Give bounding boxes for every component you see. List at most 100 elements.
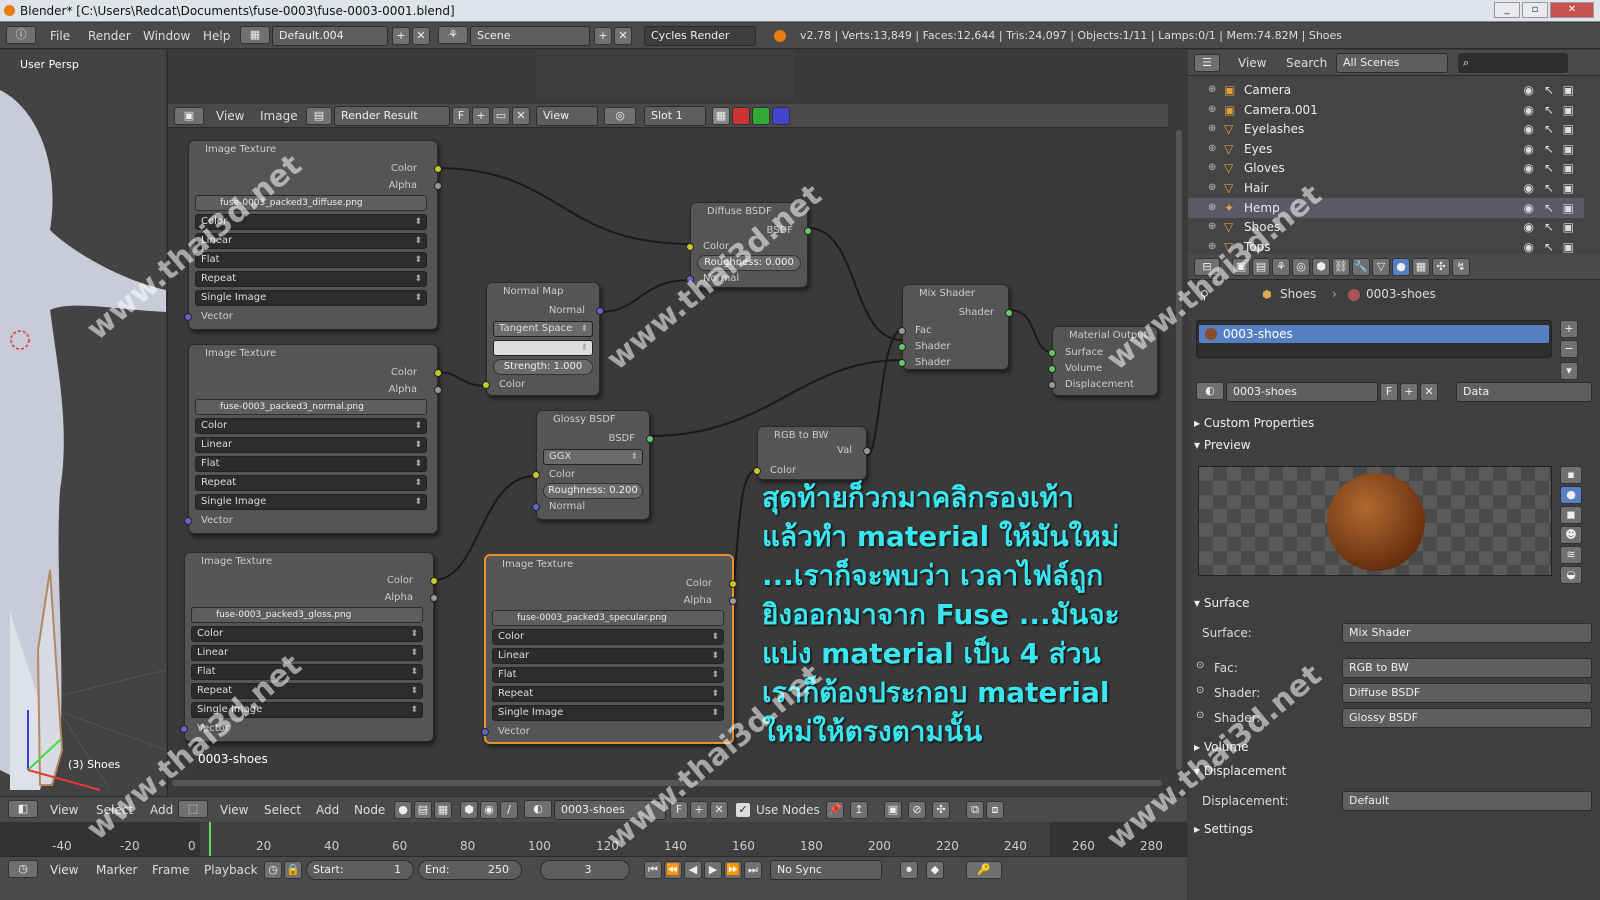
expand-icon[interactable]: ⊕ bbox=[1208, 139, 1216, 159]
image-file-field[interactable]: fuse-0003_packed3_normal.png bbox=[195, 399, 427, 415]
interpolation-select[interactable]: Linear bbox=[195, 437, 427, 453]
blue-channel-icon[interactable] bbox=[772, 107, 790, 125]
texture-tab-icon[interactable]: ▦ bbox=[1412, 258, 1430, 276]
vector-input-socket[interactable] bbox=[184, 517, 192, 525]
preview-hair-icon[interactable]: ≋ bbox=[1560, 546, 1582, 564]
timeline-menu-frame[interactable]: Frame bbox=[152, 857, 189, 883]
shader1-link-icon[interactable]: ⊙ bbox=[1196, 685, 1204, 696]
world-tab-icon[interactable]: ◎ bbox=[1292, 258, 1310, 276]
render-result-field[interactable]: Render Result bbox=[334, 106, 450, 126]
color-output-socket[interactable] bbox=[434, 165, 442, 173]
snap-element-icon[interactable]: ✣ bbox=[932, 801, 950, 819]
preview-cube-icon[interactable]: ◼ bbox=[1560, 506, 1582, 524]
outliner-menu-view[interactable]: View bbox=[1238, 50, 1266, 76]
preview-range-icon[interactable]: ◷ bbox=[264, 861, 282, 879]
material-f-button[interactable]: F bbox=[1380, 383, 1398, 401]
compositing-nodes-icon[interactable]: ▤ bbox=[414, 801, 432, 819]
play-reverse-icon[interactable]: ◀ bbox=[684, 861, 702, 879]
end-frame-field[interactable]: End: 250 bbox=[418, 860, 522, 880]
visibility-icon[interactable]: ◉ bbox=[1524, 198, 1534, 218]
unlink-material-button[interactable]: ✕ bbox=[710, 801, 728, 819]
current-frame-field[interactable]: 3 bbox=[540, 860, 630, 880]
copy-node-icon[interactable]: ⧉ bbox=[966, 801, 984, 819]
select-restrict-icon[interactable]: ↖ bbox=[1544, 217, 1554, 237]
shader1-input-socket[interactable] bbox=[898, 343, 906, 351]
outliner-item[interactable]: ⊕ ▽ Eyes ◉ ↖ ▣ bbox=[1188, 139, 1584, 159]
material-browse-button[interactable]: ◐ bbox=[1196, 382, 1224, 400]
extension-select[interactable]: Repeat bbox=[191, 683, 423, 699]
visibility-icon[interactable]: ◉ bbox=[1524, 119, 1534, 139]
expand-icon[interactable]: ⊕ bbox=[1208, 100, 1216, 120]
surface-panel[interactable]: ▾ Surface bbox=[1194, 592, 1584, 614]
expand-icon[interactable]: ⊕ bbox=[1208, 158, 1216, 178]
data-tab-icon[interactable]: ▽ bbox=[1372, 258, 1390, 276]
paste-node-icon[interactable]: ⧈ bbox=[986, 801, 1004, 819]
extension-select[interactable]: Repeat bbox=[195, 475, 427, 491]
volume-panel[interactable]: ▸ Volume bbox=[1194, 736, 1584, 758]
timeline-area[interactable]: -40 -20 0 20 40 60 80 100 120 140 160 180 200 220 240 2… bbox=[0, 822, 1187, 856]
expand-icon[interactable]: ⊕ bbox=[1208, 217, 1216, 237]
interpolation-select[interactable]: Linear bbox=[492, 648, 724, 664]
image-texture-node-specular[interactable]: Image Texture Color Alpha fuse-0003_pack… bbox=[481, 554, 737, 744]
extension-select[interactable]: Repeat bbox=[195, 271, 427, 287]
slot-select[interactable]: Slot 1 bbox=[644, 106, 706, 126]
next-keyframe-icon[interactable]: ⏩ bbox=[724, 861, 742, 879]
material-tab-icon[interactable]: ● bbox=[1392, 258, 1410, 276]
color-space-select[interactable]: Color bbox=[191, 626, 423, 642]
material-fake-user-button[interactable]: F bbox=[670, 801, 688, 819]
screen-layout-field[interactable]: Default.004 bbox=[272, 26, 388, 46]
normal-input-socket[interactable] bbox=[686, 275, 694, 283]
slot-specials-button[interactable]: ▾ bbox=[1560, 362, 1578, 380]
shader1-select[interactable]: Diffuse BSDF bbox=[1342, 683, 1592, 703]
use-nodes-checkbox[interactable]: ✓ bbox=[736, 803, 750, 817]
render-restrict-icon[interactable]: ▣ bbox=[1563, 217, 1574, 237]
outliner-item[interactable]: ⊕ ▽ Shoes ◉ ↖ ▣ bbox=[1188, 217, 1584, 237]
shader-output-socket[interactable] bbox=[1005, 309, 1013, 317]
node-editor-type-icon[interactable]: ⬚ bbox=[178, 800, 208, 818]
snap-icon[interactable]: ⊘ bbox=[908, 801, 926, 819]
unlink-image-button[interactable]: ✕ bbox=[512, 107, 530, 125]
source-select[interactable]: Single Image bbox=[492, 705, 724, 721]
render-restrict-icon[interactable]: ▣ bbox=[1563, 139, 1574, 159]
scene-tab-icon[interactable]: ⚘ bbox=[1272, 258, 1290, 276]
pin-icon[interactable]: ⚲ bbox=[1200, 288, 1209, 302]
view-mode-select[interactable]: View bbox=[536, 106, 598, 126]
outliner-item[interactable]: ⊕ ▽ Hair ◉ ↖ ▣ bbox=[1188, 178, 1584, 198]
diffuse-bsdf-node[interactable]: Diffuse BSDF BSDF Color Roughness: 0.000… bbox=[686, 202, 812, 288]
scene-icon[interactable]: ⚘ bbox=[438, 26, 468, 44]
preview-sphere-icon[interactable]: ● bbox=[1560, 486, 1582, 504]
fac-select[interactable]: RGB to BW bbox=[1342, 658, 1592, 678]
alpha-output-socket[interactable] bbox=[729, 597, 737, 605]
material-name-field[interactable]: 0003-shoes bbox=[1226, 382, 1378, 402]
viewport-menu-add[interactable]: Add bbox=[150, 797, 173, 823]
render-restrict-icon[interactable]: ▣ bbox=[1563, 119, 1574, 139]
constraints-tab-icon[interactable]: ⛓ bbox=[1332, 258, 1350, 276]
preview-world-icon[interactable]: ◒ bbox=[1560, 566, 1582, 584]
green-channel-icon[interactable] bbox=[752, 107, 770, 125]
render-restrict-icon[interactable]: ▣ bbox=[1563, 100, 1574, 120]
roughness-slider[interactable]: Roughness: 0.000 bbox=[697, 255, 801, 271]
node-material-field[interactable]: 0003-shoes bbox=[554, 800, 666, 820]
color-output-socket[interactable] bbox=[430, 577, 438, 585]
render-layers-tab-icon[interactable]: ▤ bbox=[1252, 258, 1270, 276]
outliner-display-select[interactable]: All Scenes bbox=[1336, 53, 1448, 73]
expand-icon[interactable]: ⊕ bbox=[1208, 119, 1216, 139]
timeline-menu-marker[interactable]: Marker bbox=[96, 857, 137, 883]
projection-select[interactable]: Flat bbox=[191, 664, 423, 680]
projection-select[interactable]: Flat bbox=[195, 456, 427, 472]
jump-end-icon[interactable]: ⏭ bbox=[744, 861, 762, 879]
vector-input-socket[interactable] bbox=[481, 728, 489, 736]
menu-window[interactable]: Window bbox=[143, 23, 190, 49]
color-input-socket[interactable] bbox=[532, 471, 540, 479]
material-browse-icon[interactable]: ◐ bbox=[524, 800, 552, 818]
image-editor-type-icon[interactable]: ▣ bbox=[174, 107, 204, 125]
fac-link-icon[interactable]: ⊙ bbox=[1196, 660, 1204, 671]
material-slot-list[interactable]: 0003-shoes bbox=[1196, 320, 1552, 358]
backdrop-icon[interactable]: ▣ bbox=[884, 801, 902, 819]
remove-layout-button[interactable]: ✕ bbox=[412, 27, 430, 45]
image-menu-image[interactable]: Image bbox=[260, 104, 298, 128]
screen-layout-icon[interactable]: ▦ bbox=[240, 26, 270, 44]
keying-set-icon[interactable]: 🔑 bbox=[966, 861, 1002, 879]
outliner-menu-search[interactable]: Search bbox=[1286, 50, 1327, 76]
image-menu-view[interactable]: View bbox=[216, 104, 244, 128]
